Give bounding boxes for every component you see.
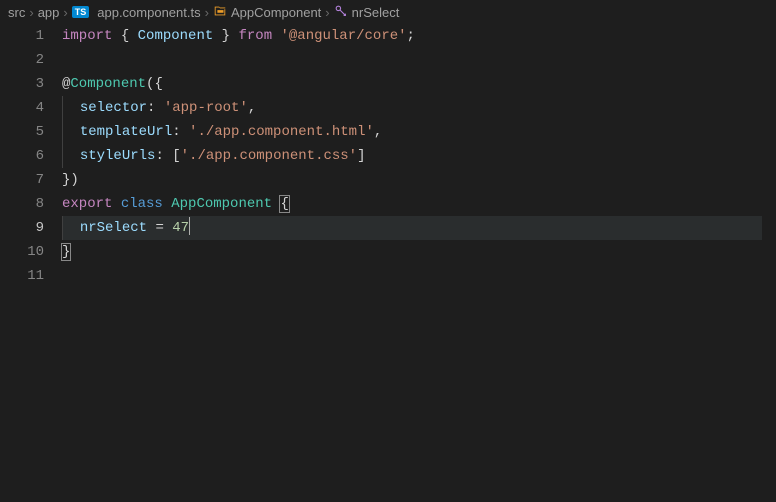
number: 47 xyxy=(172,220,189,236)
code-line[interactable]: selector: 'app-root', xyxy=(62,96,776,120)
punct: { xyxy=(121,28,129,44)
code-line[interactable]: @Component({ xyxy=(62,72,776,96)
string: 'app-root' xyxy=(164,100,248,116)
code-line[interactable]: styleUrls: ['./app.component.css'] xyxy=(62,144,776,168)
chevron-right-icon: › xyxy=(205,5,209,20)
class-symbol-icon xyxy=(213,4,227,21)
method-symbol-icon xyxy=(334,4,348,21)
line-number: 3 xyxy=(0,72,44,96)
line-number-gutter: 1 2 3 4 5 6 7 8 9 10 11 xyxy=(0,24,62,502)
property: styleUrls xyxy=(80,148,156,164)
line-number: 6 xyxy=(0,144,44,168)
keyword: import xyxy=(62,28,112,44)
line-number: 5 xyxy=(0,120,44,144)
property: selector xyxy=(80,100,147,116)
punct: : xyxy=(147,100,155,116)
code-line[interactable] xyxy=(62,264,776,288)
line-number: 1 xyxy=(0,24,44,48)
line-number: 2 xyxy=(0,48,44,72)
punct: : xyxy=(172,124,180,140)
class-name: AppComponent xyxy=(171,196,272,212)
breadcrumb-item-src[interactable]: src xyxy=(8,5,25,20)
chevron-right-icon: › xyxy=(325,5,329,20)
line-number: 10 xyxy=(0,240,44,264)
punct: [ xyxy=(172,148,180,164)
typescript-icon: TS xyxy=(72,6,90,18)
code-line[interactable] xyxy=(62,48,776,72)
punct: , xyxy=(374,124,382,140)
text-cursor xyxy=(189,217,190,235)
punct: { xyxy=(154,76,162,92)
code-line[interactable]: templateUrl: './app.component.html', xyxy=(62,120,776,144)
punct: , xyxy=(248,100,256,116)
breadcrumb-label: app xyxy=(38,5,60,20)
punct: : xyxy=(155,148,163,164)
identifier: nrSelect xyxy=(80,220,147,236)
code-editor[interactable]: 1 2 3 4 5 6 7 8 9 10 11 import { Compone… xyxy=(0,24,776,502)
breadcrumb: src › app › TS app.component.ts › AppCom… xyxy=(0,0,776,24)
operator: = xyxy=(155,220,163,236)
breadcrumb-item-member[interactable]: nrSelect xyxy=(334,4,400,21)
code-line[interactable]: } xyxy=(62,240,776,264)
chevron-right-icon: › xyxy=(63,5,67,20)
breadcrumb-item-app[interactable]: app xyxy=(38,5,60,20)
breadcrumb-item-class[interactable]: AppComponent xyxy=(213,4,321,21)
code-line[interactable]: import { Component } from '@angular/core… xyxy=(62,24,776,48)
property: templateUrl xyxy=(80,124,172,140)
code-line-active[interactable]: nrSelect = 47 xyxy=(62,216,776,240)
line-number-active: 9 xyxy=(0,216,44,240)
line-number: 8 xyxy=(0,192,44,216)
string: './app.component.css' xyxy=(181,148,357,164)
breadcrumb-label: src xyxy=(8,5,25,20)
punct: ] xyxy=(357,148,365,164)
line-number: 11 xyxy=(0,264,44,288)
vertical-scrollbar[interactable] xyxy=(762,24,776,502)
code-line[interactable]: }) xyxy=(62,168,776,192)
code-area[interactable]: import { Component } from '@angular/core… xyxy=(62,24,776,502)
punct: } xyxy=(222,28,230,44)
breadcrumb-label: app.component.ts xyxy=(97,5,200,20)
identifier: Component xyxy=(138,28,214,44)
matching-brace: { xyxy=(279,195,289,213)
breadcrumb-label: nrSelect xyxy=(352,5,400,20)
keyword: from xyxy=(238,28,272,44)
breadcrumb-item-file[interactable]: TS app.component.ts xyxy=(72,5,201,20)
string: '@angular/core' xyxy=(281,28,407,44)
keyword: export xyxy=(62,196,112,212)
punct: ) xyxy=(70,172,78,188)
matching-brace: } xyxy=(61,243,71,261)
chevron-right-icon: › xyxy=(29,5,33,20)
breadcrumb-label: AppComponent xyxy=(231,5,321,20)
code-line[interactable]: export class AppComponent { xyxy=(62,192,776,216)
string: './app.component.html' xyxy=(189,124,374,140)
line-number: 7 xyxy=(0,168,44,192)
decorator: Component xyxy=(70,76,146,92)
punct: ; xyxy=(407,28,415,44)
line-number: 4 xyxy=(0,96,44,120)
keyword: class xyxy=(121,196,163,212)
